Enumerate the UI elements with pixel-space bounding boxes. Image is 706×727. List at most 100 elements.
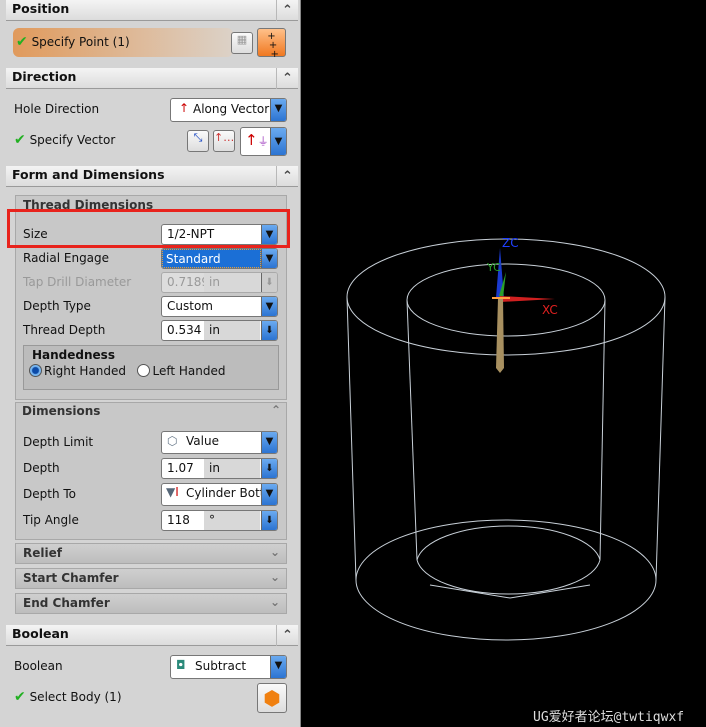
radio-label: Left Handed: [152, 364, 226, 378]
specify-point-row[interactable]: ✔ Specify Point (1): [13, 28, 233, 57]
graphics-viewport[interactable]: ZC YC XC UG爱好者论坛@twtiqwxf: [302, 0, 706, 727]
collapse-icon[interactable]: ⌃: [271, 403, 281, 417]
depth-type-dropdown[interactable]: Custom ▼: [161, 296, 278, 317]
point-dialog-button[interactable]: + + +: [257, 28, 286, 60]
sketch-section-icon[interactable]: ▦: [231, 32, 253, 54]
tip-angle-field[interactable]: 118 ° ⬇: [161, 510, 278, 531]
collapse-icon[interactable]: ⌃: [276, 625, 298, 646]
collapse-icon[interactable]: ⌃: [276, 68, 298, 89]
subsection-title: End Chamfer: [23, 596, 110, 610]
chevron-down-icon[interactable]: ▼: [261, 484, 277, 505]
subsection-title: Start Chamfer: [23, 571, 119, 585]
direction-vector-arrow: [496, 298, 504, 373]
unit-label: in: [204, 459, 260, 478]
section-boolean-header[interactable]: Boolean ⌃: [6, 625, 298, 646]
arrow-up-icon: ↑: [179, 101, 190, 115]
depth-field[interactable]: 1.07 in ⬇: [161, 458, 278, 479]
inner-bottom-edge: [416, 525, 601, 595]
expand-icon[interactable]: ⌄: [270, 545, 280, 559]
tip-angle-label: Tip Angle: [23, 513, 79, 527]
section-direction-header[interactable]: Direction ⌃: [6, 68, 298, 89]
right-handed-radio[interactable]: Right Handed: [29, 364, 126, 378]
unit-label: °: [204, 511, 260, 530]
watermark: UG爱好者论坛@twtiqwxf: [533, 710, 685, 725]
specify-point-label: Specify Point (1): [31, 35, 130, 49]
depth-limit-dropdown[interactable]: ⬡ Value ▼: [161, 431, 278, 454]
check-icon: ✔: [14, 689, 26, 705]
inner-right-edge: [599, 299, 606, 561]
tap-drill-label: Tap Drill Diameter: [23, 275, 132, 289]
section-form-header[interactable]: Form and Dimensions ⌃: [6, 166, 298, 187]
subsection-title: Relief: [23, 546, 62, 560]
thread-depth-label: Thread Depth: [23, 323, 106, 337]
vector-dialog-button[interactable]: ↑…: [213, 130, 235, 152]
field-value: 118: [167, 513, 190, 527]
hole-direction-label: Hole Direction: [14, 102, 100, 116]
chevron-down-icon[interactable]: ▼: [261, 249, 277, 268]
radio-icon: [137, 364, 151, 377]
outer-right-edge: [655, 296, 666, 581]
dropdown-value: Value: [186, 434, 219, 448]
boolean-label: Boolean: [14, 659, 63, 673]
end-chamfer-header[interactable]: End Chamfer ⌄: [15, 593, 287, 614]
chevron-down-icon[interactable]: ▼: [261, 432, 277, 453]
cube-icon: ⬡: [167, 434, 178, 448]
section-title: Boolean: [12, 626, 69, 641]
check-icon: ✔: [14, 132, 26, 148]
depth-to-label: Depth To: [23, 487, 76, 501]
select-body-label: Select Body (1): [29, 690, 122, 704]
left-handed-radio[interactable]: Left Handed: [137, 364, 225, 378]
chevron-down-icon[interactable]: ▼: [261, 297, 277, 316]
specify-vector-row[interactable]: ✔ Specify Vector: [14, 132, 115, 148]
zc-label: ZC: [502, 236, 519, 250]
collapse-icon[interactable]: ⌃: [276, 0, 298, 21]
thread-depth-field[interactable]: 0.534 in ⬇: [161, 320, 278, 341]
dropdown-value: Cylinder Bott: [186, 486, 265, 500]
check-icon: ✔: [16, 34, 28, 50]
select-body-button[interactable]: ⬢: [257, 683, 287, 713]
field-value: 1.07: [167, 461, 194, 475]
subtract-icon: ◘: [176, 658, 186, 672]
depth-limit-label: Depth Limit: [23, 435, 94, 449]
dropdown-value: Custom: [167, 299, 213, 313]
select-body-row[interactable]: ✔ Select Body (1): [14, 689, 122, 705]
radio-label: Right Handed: [44, 364, 127, 378]
unit-label: in: [204, 273, 260, 292]
hole-dialog-panel: Position ⌃ ✔ Specify Point (1) ▦ + + + Di…: [0, 0, 301, 727]
arrow-down-icon: ⬇: [261, 273, 277, 292]
chevron-down-icon[interactable]: ▼: [270, 99, 286, 121]
boolean-dropdown[interactable]: ◘ Subtract ▼: [170, 655, 287, 679]
relief-header[interactable]: Relief ⌄: [15, 543, 287, 564]
subsection-title: Dimensions: [22, 404, 101, 418]
reverse-direction-button[interactable]: ⤡: [187, 130, 209, 152]
unit-label: in: [204, 321, 260, 340]
chevron-down-icon[interactable]: ▼: [270, 656, 286, 678]
dimensions-header[interactable]: Dimensions ⌃: [15, 402, 287, 423]
field-value: 0.534: [167, 323, 202, 337]
dropdown-value: Subtract: [195, 659, 247, 673]
hole-direction-dropdown[interactable]: ↑ Along Vector ▼: [170, 98, 287, 122]
chevron-down-icon[interactable]: ▼: [270, 128, 286, 155]
arrow-down-icon[interactable]: ⬇: [261, 511, 277, 530]
start-chamfer-header[interactable]: Start Chamfer ⌄: [15, 568, 287, 589]
yc-label: YC: [486, 261, 501, 274]
dropdown-value: Standard: [162, 249, 261, 268]
section-title: Form and Dimensions: [12, 167, 165, 182]
specify-vector-label: Specify Vector: [29, 133, 116, 147]
cylinder-wireframe: ZC YC XC: [346, 236, 666, 641]
radio-selected-icon: [29, 364, 42, 377]
handedness-group: Handedness Right Handed Left Handed: [23, 345, 279, 390]
depth-to-dropdown[interactable]: ▼I Cylinder Bott ▼: [161, 483, 278, 506]
depth-type-label: Depth Type: [23, 299, 91, 313]
arrow-down-icon[interactable]: ⬇: [261, 321, 277, 340]
section-title: Position: [12, 1, 70, 16]
section-position-header[interactable]: Position ⌃: [6, 0, 298, 21]
handedness-title: Handedness: [32, 348, 115, 362]
arrow-down-icon[interactable]: ⬇: [261, 459, 277, 478]
expand-icon[interactable]: ⌄: [270, 570, 280, 584]
collapse-icon[interactable]: ⌃: [276, 166, 298, 187]
inner-left-edge: [406, 299, 418, 561]
vector-type-dropdown[interactable]: ↑⏚ ▼: [240, 127, 287, 156]
radial-engage-dropdown[interactable]: Standard ▼: [161, 248, 278, 269]
expand-icon[interactable]: ⌄: [270, 595, 280, 609]
